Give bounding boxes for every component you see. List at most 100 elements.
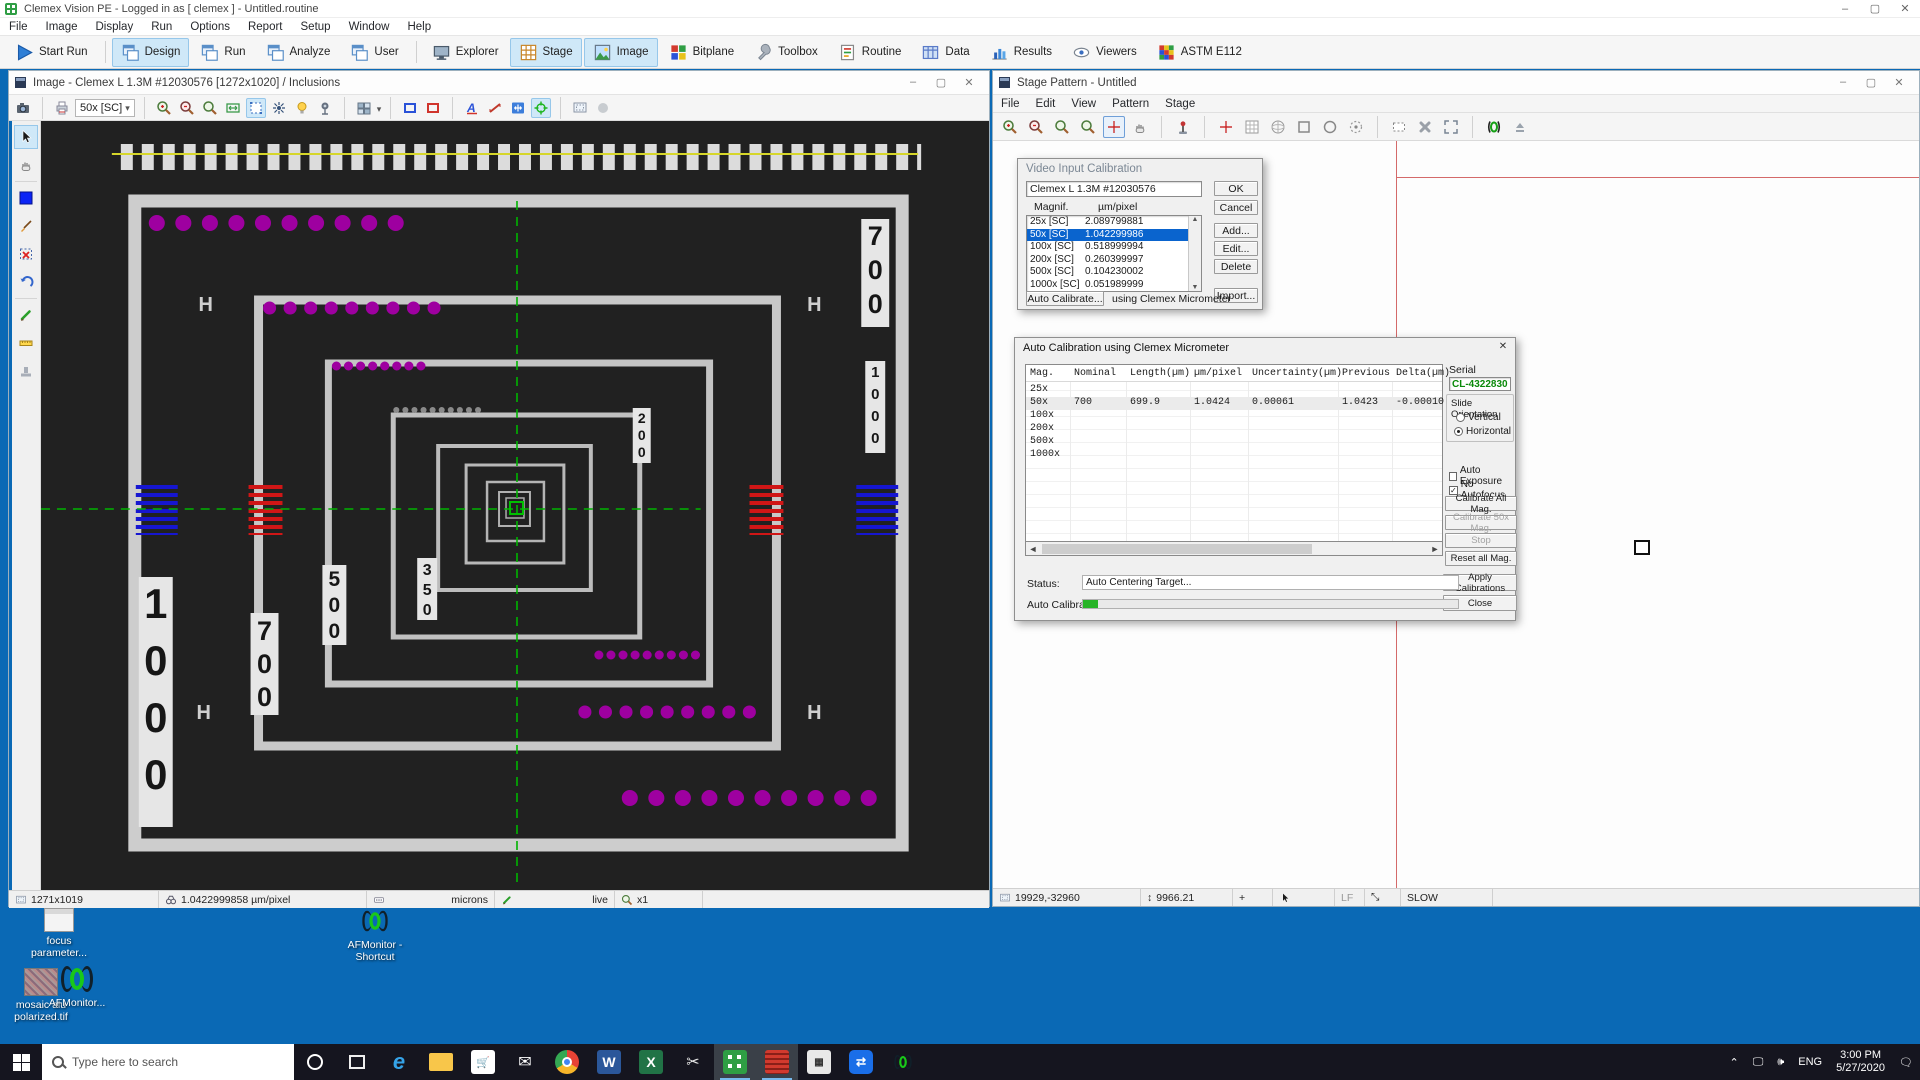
image-maximize-button[interactable] bbox=[927, 76, 955, 89]
language-indicator[interactable]: ENG bbox=[1791, 1044, 1829, 1080]
horizontal-radio[interactable]: Horizontal bbox=[1454, 426, 1511, 437]
stage-zoom-all-icon[interactable] bbox=[1077, 116, 1099, 138]
fit-width-icon[interactable] bbox=[223, 98, 243, 118]
stage-pan-icon[interactable] bbox=[1129, 116, 1151, 138]
stage-position-marker[interactable] bbox=[1634, 540, 1650, 555]
table-row[interactable]: 1000x bbox=[1026, 449, 1442, 462]
stage-move-icon[interactable] bbox=[269, 98, 289, 118]
menu-display[interactable]: Display bbox=[87, 21, 143, 33]
speaker-icon[interactable]: 🕪 bbox=[1770, 1044, 1791, 1080]
task-view-button[interactable] bbox=[336, 1044, 378, 1080]
results-button[interactable]: Results bbox=[981, 38, 1061, 67]
calibration-list[interactable]: 25x [SC]2.089799881 50x [SC]1.042299986 … bbox=[1026, 215, 1202, 292]
teamviewer-button[interactable]: ⇄ bbox=[840, 1044, 882, 1080]
stage-menu-view[interactable]: View bbox=[1063, 98, 1104, 110]
pattern-rect-icon[interactable] bbox=[1293, 116, 1315, 138]
app-maximize-button[interactable] bbox=[1860, 0, 1890, 17]
table-h-scrollbar[interactable]: ◄ ► bbox=[1025, 542, 1443, 556]
pan-view-icon[interactable] bbox=[508, 98, 528, 118]
select-pattern-icon[interactable] bbox=[1388, 116, 1410, 138]
stamp-tool-icon[interactable] bbox=[14, 359, 38, 383]
shading-icon[interactable] bbox=[593, 98, 613, 118]
pattern-sphere-icon[interactable] bbox=[1267, 116, 1289, 138]
list-item[interactable]: 100x [SC]0.518999994 bbox=[1027, 241, 1201, 254]
table-row-highlighted[interactable]: 50x 700 699.9 1.0424 0.00061 1.0423 -0.0… bbox=[1026, 397, 1442, 410]
autofocus-rings-icon[interactable] bbox=[1483, 116, 1505, 138]
toolbox-button[interactable]: Toolbox bbox=[745, 38, 827, 67]
cancel-button[interactable]: Cancel bbox=[1214, 200, 1258, 215]
excel-button[interactable]: X bbox=[630, 1044, 672, 1080]
bitplane-button[interactable]: Bitplane bbox=[660, 38, 744, 67]
blue-frame-icon[interactable] bbox=[400, 98, 420, 118]
color-swatch-icon[interactable] bbox=[14, 186, 38, 210]
delete-button[interactable]: Delete bbox=[1214, 259, 1258, 274]
snipping-tool-button[interactable]: ✂ bbox=[672, 1044, 714, 1080]
list-item[interactable]: 200x [SC]0.260399997 bbox=[1027, 254, 1201, 267]
select-region-icon[interactable] bbox=[246, 98, 266, 118]
stage-zoom-in-icon[interactable] bbox=[999, 116, 1021, 138]
zoom-reset-icon[interactable] bbox=[200, 98, 220, 118]
calibration-table[interactable]: Mag. Nominal Length(µm) µm/pixel Uncerta… bbox=[1025, 364, 1443, 542]
stage-menu-stage[interactable]: Stage bbox=[1157, 98, 1203, 110]
app-close-button[interactable] bbox=[1890, 0, 1920, 17]
stage-center-view-icon[interactable] bbox=[1103, 116, 1125, 138]
table-row[interactable]: 100x bbox=[1026, 410, 1442, 423]
network-icon[interactable]: 🖵 bbox=[1746, 1044, 1771, 1080]
stage-maximize-button[interactable] bbox=[1857, 76, 1885, 89]
data-button[interactable]: Data bbox=[912, 38, 978, 67]
image-button[interactable]: Image bbox=[584, 38, 658, 67]
clemex-vision-button[interactable] bbox=[714, 1044, 756, 1080]
reset-all-mag-button[interactable]: Reset all Mag. bbox=[1445, 551, 1517, 566]
eject-icon[interactable] bbox=[1509, 116, 1531, 138]
magnification-select[interactable]: 50x [SC] bbox=[75, 99, 135, 117]
pattern-circle-icon[interactable] bbox=[1319, 116, 1341, 138]
menu-setup[interactable]: Setup bbox=[292, 21, 340, 33]
list-item[interactable]: 1000x [SC]0.051989999 bbox=[1027, 279, 1201, 292]
red-frame-icon[interactable] bbox=[423, 98, 443, 118]
taskbar-search[interactable]: Type here to search bbox=[42, 1044, 294, 1080]
autofocus-target-icon[interactable] bbox=[531, 98, 551, 118]
undo-icon[interactable] bbox=[14, 270, 38, 294]
list-item-selected[interactable]: 50x [SC]1.042299986 bbox=[1027, 229, 1201, 242]
menu-report[interactable]: Report bbox=[239, 21, 292, 33]
routine-button[interactable]: Routine bbox=[829, 38, 911, 67]
stage-zoom-sel-icon[interactable] bbox=[1051, 116, 1073, 138]
tray-chevron-icon[interactable]: ⌃ bbox=[1722, 1044, 1745, 1080]
joystick-icon[interactable] bbox=[1172, 116, 1194, 138]
image-close-button[interactable] bbox=[955, 76, 983, 89]
stage-menu-edit[interactable]: Edit bbox=[1028, 98, 1064, 110]
printer-icon[interactable] bbox=[52, 98, 72, 118]
calculator-button[interactable]: ▦ bbox=[798, 1044, 840, 1080]
menu-options[interactable]: Options bbox=[181, 21, 239, 33]
desktop-icon-afmonitor-shortcut[interactable]: AFMonitor -Shortcut bbox=[330, 906, 420, 963]
delete-selection-icon[interactable] bbox=[14, 242, 38, 266]
viewers-button[interactable]: Viewers bbox=[1063, 38, 1146, 67]
design-button[interactable]: Design bbox=[112, 38, 190, 67]
serial-number-field[interactable]: CL-4322830 bbox=[1449, 377, 1511, 391]
taskbar-clock[interactable]: 3:00 PM 5/27/2020 bbox=[1829, 1044, 1892, 1080]
brush-tool-icon[interactable] bbox=[14, 214, 38, 238]
file-explorer-button[interactable] bbox=[420, 1044, 462, 1080]
menu-window[interactable]: Window bbox=[340, 21, 399, 33]
stage-menu-pattern[interactable]: Pattern bbox=[1104, 98, 1157, 110]
calibrate-all-mag-button[interactable]: Calibrate All Mag. bbox=[1445, 496, 1517, 511]
stage-button[interactable]: Stage bbox=[510, 38, 582, 67]
chevron-down-icon[interactable] bbox=[377, 99, 382, 117]
annotation-icon[interactable] bbox=[462, 98, 482, 118]
zoom-out-icon[interactable] bbox=[177, 98, 197, 118]
chrome-button[interactable] bbox=[546, 1044, 588, 1080]
menu-run[interactable]: Run bbox=[142, 21, 181, 33]
pattern-grid-icon[interactable] bbox=[1241, 116, 1263, 138]
mosaic-icon[interactable] bbox=[354, 98, 374, 118]
ruler-tool-icon[interactable] bbox=[14, 331, 38, 355]
light-bulb-icon[interactable] bbox=[292, 98, 312, 118]
explorer-button[interactable]: Explorer bbox=[423, 38, 508, 67]
pattern-spot-icon[interactable] bbox=[1345, 116, 1367, 138]
menu-help[interactable]: Help bbox=[398, 21, 440, 33]
table-row[interactable]: 200x bbox=[1026, 423, 1442, 436]
pattern-point-icon[interactable] bbox=[1215, 116, 1237, 138]
fit-pattern-icon[interactable] bbox=[1440, 116, 1462, 138]
stop-button[interactable]: Stop bbox=[1445, 533, 1517, 548]
desktop-icon-focus-parameter[interactable]: focusparameter... bbox=[14, 908, 104, 959]
action-center-icon[interactable]: 🗨 bbox=[1892, 1044, 1920, 1080]
